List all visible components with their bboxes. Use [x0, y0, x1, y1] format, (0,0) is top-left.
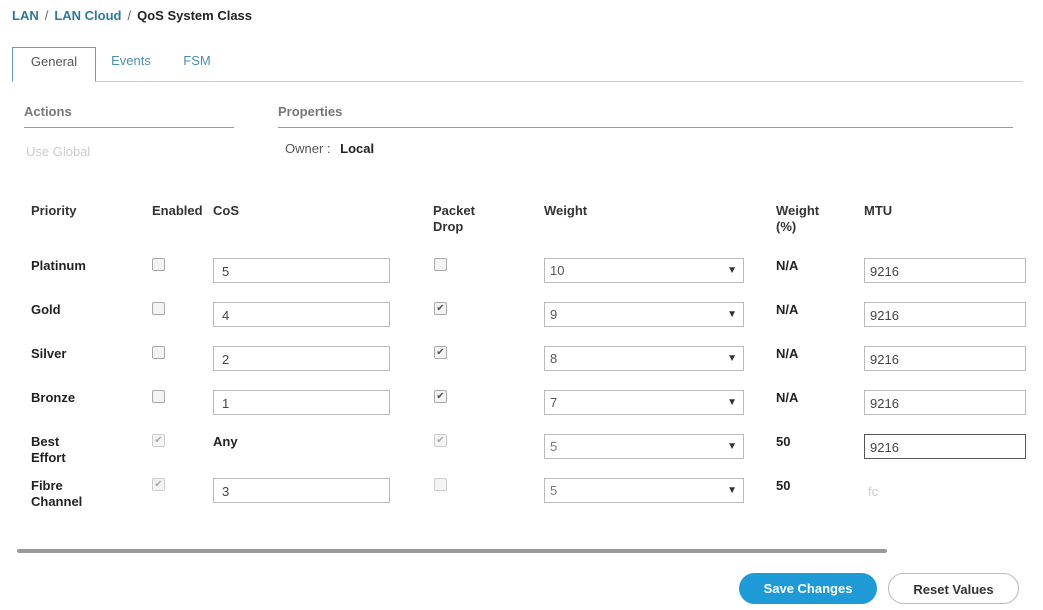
enabled-checkbox[interactable] — [152, 346, 165, 359]
priority-text: Fibre — [31, 478, 63, 493]
weight-percent: N/A — [776, 390, 799, 405]
horizontal-scrollbar[interactable] — [17, 549, 887, 553]
header-packet-drop: Packet Drop — [433, 203, 475, 235]
priority-label: Best Effort — [31, 434, 66, 466]
enabled-checkbox[interactable] — [152, 258, 165, 271]
priority-label: Platinum — [31, 258, 86, 274]
properties-heading: Properties — [278, 104, 1013, 128]
tab-general[interactable]: General — [12, 47, 96, 82]
header-weight: Weight — [544, 203, 588, 218]
chevron-down-icon: ▼ — [727, 353, 737, 364]
chevron-down-icon: ▼ — [727, 309, 737, 320]
priority-label: Fibre Channel — [31, 478, 82, 510]
weight-percent: N/A — [776, 346, 799, 361]
chevron-down-icon: ▼ — [727, 485, 737, 496]
cos-value: Any — [213, 434, 238, 449]
weight-select[interactable]: 8 ▼ — [544, 346, 744, 371]
header-mtu: MTU — [864, 203, 893, 218]
chevron-down-icon: ▼ — [727, 265, 737, 276]
mtu-input[interactable]: 9216 — [864, 346, 1026, 371]
priority-text: Bronze — [31, 390, 76, 405]
weight-select[interactable]: 10 ▼ — [544, 258, 744, 283]
enabled-checkbox[interactable] — [152, 302, 165, 315]
owner-label: Owner : — [285, 141, 331, 156]
weight-value: 8 — [550, 351, 558, 366]
mtu-input[interactable]: 9216 — [864, 390, 1026, 415]
weight-select[interactable]: 7 ▼ — [544, 390, 744, 415]
weight-value: 9 — [550, 307, 558, 322]
chevron-down-icon: ▼ — [727, 441, 737, 452]
reset-values-button[interactable]: Reset Values — [888, 573, 1019, 604]
actions-heading: Actions — [24, 104, 234, 128]
cos-input[interactable]: 3 — [213, 478, 390, 503]
header-weight-percent: Weight (%) — [776, 203, 819, 235]
mtu-value: fc — [868, 484, 879, 499]
cos-input[interactable]: 2 — [213, 346, 390, 371]
priority-text: Best — [31, 434, 60, 449]
priority-text: Channel — [31, 494, 83, 509]
breadcrumb-lan[interactable]: LAN — [12, 8, 39, 23]
weight-select[interactable]: 9 ▼ — [544, 302, 744, 327]
chevron-down-icon: ▼ — [727, 397, 737, 408]
tab-fsm[interactable]: FSM — [172, 47, 222, 81]
breadcrumb: LAN / LAN Cloud / QoS System Class — [12, 8, 252, 23]
breadcrumb-separator: / — [44, 8, 49, 23]
cos-input[interactable]: 5 — [213, 258, 390, 283]
enabled-checkbox: ✔ — [152, 478, 165, 491]
tab-events[interactable]: Events — [100, 47, 162, 81]
priority-label: Silver — [31, 346, 66, 362]
header-text: Weight — [776, 203, 820, 218]
priority-text: Gold — [31, 302, 61, 317]
priority-label: Bronze — [31, 390, 75, 406]
header-text: Drop — [433, 219, 464, 234]
tab-bar: General Events FSM — [12, 47, 1023, 82]
owner-value: Local — [340, 141, 375, 156]
weight-value: 5 — [550, 439, 558, 454]
packet-drop-checkbox[interactable]: ✔ — [434, 302, 447, 315]
breadcrumb-separator: / — [127, 8, 132, 23]
priority-text: Platinum — [31, 258, 86, 273]
mtu-input[interactable]: 9216 — [864, 302, 1026, 327]
breadcrumb-lan-cloud[interactable]: LAN Cloud — [54, 8, 121, 23]
header-cos: CoS — [213, 203, 239, 218]
weight-percent: N/A — [776, 302, 799, 317]
packet-drop-checkbox[interactable] — [434, 258, 447, 271]
cos-input[interactable]: 1 — [213, 390, 390, 415]
enabled-checkbox[interactable] — [152, 390, 165, 403]
priority-label: Gold — [31, 302, 61, 318]
header-enabled: Enabled — [152, 203, 203, 218]
priority-text: Silver — [31, 346, 67, 361]
packet-drop-checkbox: ✔ — [434, 434, 447, 447]
packet-drop-checkbox[interactable]: ✔ — [434, 346, 447, 359]
mtu-input[interactable]: 9216 — [864, 258, 1026, 283]
mtu-input[interactable]: 9216 — [864, 434, 1026, 459]
save-changes-button[interactable]: Save Changes — [739, 573, 877, 604]
weight-percent: 50 — [776, 478, 791, 493]
priority-text: Effort — [31, 450, 66, 465]
cos-input[interactable]: 4 — [213, 302, 390, 327]
packet-drop-checkbox — [434, 478, 447, 491]
weight-percent: N/A — [776, 258, 799, 273]
weight-value: 7 — [550, 395, 558, 410]
packet-drop-checkbox[interactable]: ✔ — [434, 390, 447, 403]
header-text: Packet — [433, 203, 475, 218]
weight-select[interactable]: 5 ▼ — [544, 434, 744, 459]
header-text: (%) — [776, 219, 797, 234]
weight-value: 5 — [550, 483, 558, 498]
enabled-checkbox: ✔ — [152, 434, 165, 447]
weight-percent: 50 — [776, 434, 791, 449]
owner-field: Owner : Local — [285, 141, 374, 156]
header-priority: Priority — [31, 203, 77, 218]
use-global-link[interactable]: Use Global — [26, 144, 90, 159]
weight-value: 10 — [550, 263, 565, 278]
page-title: QoS System Class — [137, 8, 253, 23]
weight-select[interactable]: 5 ▼ — [544, 478, 744, 503]
